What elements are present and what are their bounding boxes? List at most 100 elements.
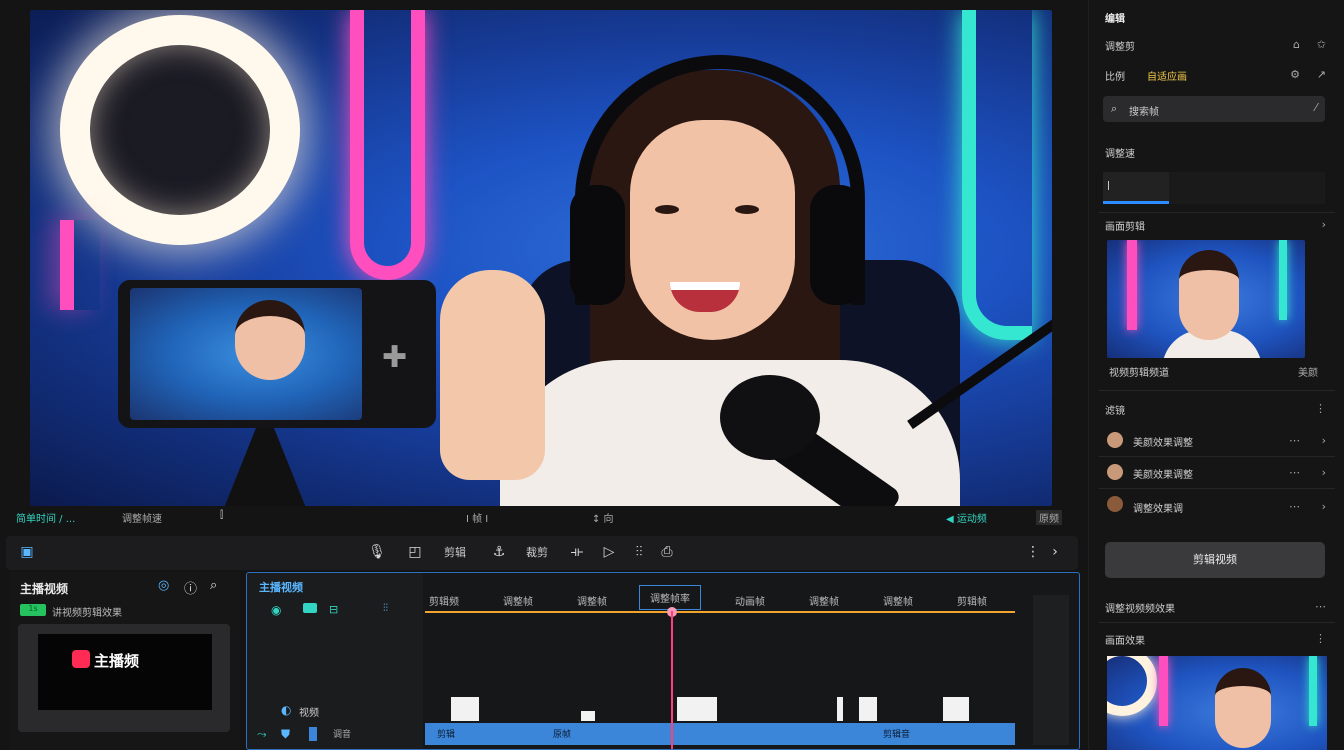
divider: [1099, 488, 1335, 489]
list-item-label[interactable]: 美颜效果调整: [1133, 466, 1193, 481]
waveform-block: [677, 697, 717, 721]
preview-caption-right: 美颜: [1298, 368, 1318, 379]
slider-track: [1169, 172, 1325, 204]
search-icon[interactable]: ⌕: [210, 578, 217, 593]
preview-thumbnail[interactable]: [1107, 240, 1305, 358]
more-icon[interactable]: ⋮: [1024, 543, 1042, 561]
search-icon: ⌕: [1111, 102, 1118, 115]
search-text: 搜索帧: [1129, 107, 1159, 118]
ruler-label: 调整帧: [577, 597, 607, 608]
image-icon[interactable]: ⌂: [1293, 38, 1300, 51]
transport-bar: 简单时间 / ... 调整帧速 ⫿ Ⅰ 帧 Ⅰ ↕ 向 ◀ 运动频 原频: [16, 508, 1062, 526]
more-icon[interactable]: ⋯: [1315, 600, 1326, 613]
audio-wave-icon[interactable]: ⤳: [257, 727, 267, 742]
audio-track-icon[interactable]: ⫶⫶: [383, 603, 388, 614]
timeline-ruler[interactable]: 剪辑频 调整帧 调整帧 调整帧率 动画帧 调整帧 调整帧 剪辑帧: [425, 583, 1015, 613]
avatar: [1107, 464, 1123, 480]
filter-icon[interactable]: ◎: [158, 578, 169, 593]
video-clip[interactable]: [425, 723, 1015, 745]
list-item-label[interactable]: 美颜效果调整: [1133, 434, 1193, 449]
anchor-icon[interactable]: ⚓: [490, 543, 508, 561]
split-icon[interactable]: ⟛: [568, 543, 586, 561]
media-subtitle: 讲视频剪辑效果: [52, 608, 122, 619]
avatar: [1107, 432, 1123, 448]
timeline[interactable]: 主播视频 ◉ ⊟ ⫶⫶ ◐ 视频 ⤳ ⛊ 调音 剪辑频 调整帧 调整帧 调整帧率…: [246, 572, 1080, 750]
media-icon[interactable]: ▣: [18, 543, 36, 561]
hand-image: [440, 270, 545, 480]
shield-icon[interactable]: ⛊: [281, 727, 290, 742]
split-button[interactable]: 剪辑: [444, 544, 466, 560]
timecode-text: 简单时间 / ...: [16, 514, 76, 525]
ring-light-image: [1107, 656, 1157, 716]
chevron-right-icon[interactable]: ›: [1046, 543, 1064, 561]
status-text: ◀ 运动频: [946, 514, 987, 525]
mute-icon[interactable]: ◐: [281, 703, 291, 717]
list-item-label[interactable]: 调整效果调: [1133, 500, 1183, 515]
ruler-label: 调整帧: [809, 597, 839, 608]
phone-face-image: [235, 300, 305, 380]
microphone-image: [720, 375, 820, 460]
media-panel-title: 主播视频: [20, 582, 69, 596]
footer-row[interactable]: 调整视频频效果: [1105, 600, 1175, 615]
hidden-icon[interactable]: ⋯: [1289, 500, 1300, 513]
center-action[interactable]: ↕ 向: [592, 510, 614, 525]
apply-button[interactable]: 剪辑视频: [1105, 542, 1325, 578]
effect-thumbnail[interactable]: [1107, 656, 1327, 750]
status-badge[interactable]: 原频: [1036, 510, 1062, 525]
lock-icon[interactable]: ⊟: [329, 603, 338, 616]
video-track-icon[interactable]: [303, 603, 317, 613]
speed-slider[interactable]: ǀ: [1103, 172, 1325, 204]
more-icon[interactable]: ⋮: [1315, 402, 1326, 415]
slider-fill: [1103, 201, 1169, 204]
face-image: [1215, 668, 1271, 748]
marker-icon: [309, 727, 317, 741]
inspector-panel: 编辑 调整剪 ⌂ ✩ 比例 自适应画 ⚙ ↗ ⌕ 搜索帧 ⁄ 调整速 ǀ 画面剪…: [1088, 0, 1344, 750]
neon-light-image: [962, 10, 1032, 340]
crop-icon[interactable]: ◰: [406, 543, 424, 561]
chevron-right-icon[interactable]: ›: [1322, 500, 1326, 513]
audio-icon[interactable]: ⫶⫶: [630, 543, 648, 561]
playhead[interactable]: [671, 611, 673, 749]
info-icon[interactable]: ⓘ: [184, 578, 197, 597]
media-panel: 主播视频 ◎ ⓘ ⌕ 1s 讲视频剪辑效果 主播频: [10, 572, 240, 750]
media-thumbnail[interactable]: 主播频: [18, 624, 230, 732]
center-time-text: Ⅰ 帧 Ⅰ: [466, 514, 489, 525]
tag-badge: 1s: [20, 604, 46, 616]
more-icon[interactable]: ⋮: [1315, 632, 1326, 645]
hidden-icon[interactable]: ⋯: [1289, 466, 1300, 479]
neon-light-image: [1279, 240, 1287, 320]
timeline-scrollbar[interactable]: [1033, 595, 1069, 745]
ring-light-image: [60, 15, 300, 245]
edit-icon[interactable]: ⁄: [1315, 101, 1317, 114]
slider-handle[interactable]: ǀ: [1107, 180, 1110, 191]
ruler-label: 动画帧: [735, 597, 765, 608]
ruler-label: 剪辑帧: [957, 597, 987, 608]
settings-icon[interactable]: ⚙: [1290, 68, 1300, 81]
chevron-right-icon[interactable]: ›: [1322, 434, 1326, 447]
divider: [1099, 622, 1335, 623]
video-preview[interactable]: ✚: [30, 10, 1052, 506]
search-input[interactable]: ⌕ 搜索帧 ⁄: [1103, 96, 1325, 122]
waveform-block: [837, 697, 843, 721]
pin-icon[interactable]: ✩: [1317, 38, 1326, 51]
edit-icon[interactable]: ↗: [1317, 68, 1326, 81]
menu-icon[interactable]: ⫿: [220, 510, 223, 521]
neon-light-image: [350, 10, 425, 280]
plus-icon: ✚: [382, 340, 408, 375]
ruler-label: 剪辑频: [429, 597, 459, 608]
neon-light-image: [1127, 240, 1137, 330]
preview-section-title: 画面剪辑: [1105, 222, 1145, 233]
clip-label: 剪辑音: [883, 730, 911, 740]
play-button[interactable]: ▷: [600, 543, 618, 561]
microphone-icon[interactable]: 🎙: [368, 543, 386, 561]
hidden-icon[interactable]: ⋯: [1289, 434, 1300, 447]
chevron-right-icon[interactable]: ›: [1322, 218, 1326, 231]
track-icon[interactable]: ◉: [271, 603, 281, 617]
chevron-right-icon[interactable]: ›: [1322, 466, 1326, 479]
crop-button[interactable]: 裁剪: [526, 544, 548, 560]
camera-icon[interactable]: ⎙: [658, 543, 676, 561]
preview-caption: 视频剪辑频道: [1109, 368, 1169, 379]
clip-label: 剪辑: [437, 730, 456, 740]
adjust-row[interactable]: 调整剪: [1105, 38, 1135, 53]
ratio-value[interactable]: 自适应画: [1147, 68, 1187, 83]
